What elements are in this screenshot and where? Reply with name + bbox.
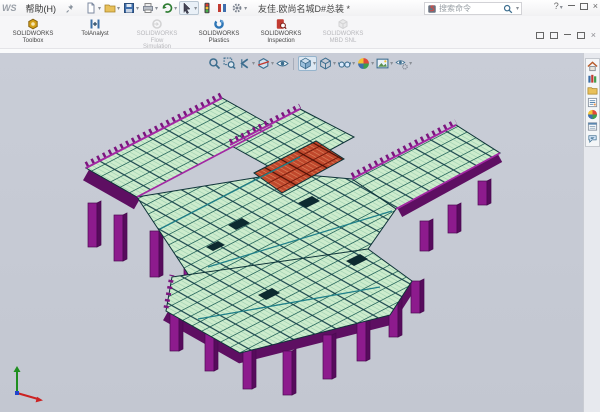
chevron-down-icon[interactable]: ▾ xyxy=(390,60,393,67)
print-button[interactable]: ▾ xyxy=(141,2,159,14)
task-pane-strip xyxy=(583,53,600,412)
undo-button[interactable]: ▾ xyxy=(160,2,178,14)
chevron-down-icon[interactable]: ▾ xyxy=(174,5,177,12)
chevron-down-icon[interactable]: ▾ xyxy=(136,5,139,12)
close-button[interactable]: × xyxy=(593,1,598,11)
dynamic-annotation-button[interactable] xyxy=(276,57,289,70)
options-gear-button[interactable]: ▾ xyxy=(230,2,248,14)
addin-solidworks-toolbox[interactable]: SOLIDWORKS Toolbox xyxy=(2,16,64,48)
menu-help[interactable]: 帮助(H) xyxy=(21,2,62,15)
addin-label: Plastics xyxy=(209,38,230,45)
chevron-down-icon[interactable]: ▾ xyxy=(244,5,247,12)
mbd-snl-icon xyxy=(337,18,349,30)
tab-design-library[interactable] xyxy=(587,73,598,84)
flow-simulation-icon xyxy=(151,18,163,30)
minimize-button[interactable] xyxy=(568,5,575,6)
tab-custom-properties[interactable] xyxy=(587,121,598,132)
select-button[interactable]: ▾ xyxy=(179,1,199,15)
chevron-down-icon[interactable]: ▾ xyxy=(252,60,255,67)
addin-solidworks-plastics[interactable]: SOLIDWORKS Plastics xyxy=(188,16,250,48)
ribbon-addins: SOLIDWORKS Toolbox TolAnalyst SOLIDWORKS… xyxy=(0,16,600,49)
view-settings-button[interactable]: ▾ xyxy=(395,57,412,70)
restore-button[interactable] xyxy=(580,3,588,10)
chevron-down-icon[interactable]: ▾ xyxy=(371,60,374,67)
doc-icon-box[interactable] xyxy=(550,32,558,39)
addin-label: Toolbox xyxy=(23,38,44,45)
display-style-button[interactable]: ▾ xyxy=(319,57,336,70)
section-view-button[interactable]: ▾ xyxy=(257,57,274,70)
doc-icon-box[interactable] xyxy=(536,32,544,39)
open-document-button[interactable]: ▾ xyxy=(103,2,121,14)
doc-restore-button[interactable] xyxy=(577,32,585,39)
chevron-down-icon[interactable]: ▾ xyxy=(194,5,197,12)
zoom-to-fit-button[interactable] xyxy=(208,57,221,70)
chevron-down-icon[interactable]: ▾ xyxy=(333,60,336,67)
plastics-icon xyxy=(213,18,225,30)
chevron-down-icon[interactable]: ▾ xyxy=(155,5,158,12)
chevron-down-icon[interactable]: ▾ xyxy=(409,60,412,67)
chevron-down-icon: ▾ xyxy=(560,5,563,11)
previous-view-button[interactable]: ▾ xyxy=(238,57,255,70)
window-controls: ?▾ × xyxy=(554,1,598,11)
quick-access-toolbar: ▾ ▾ ▾ ▾ ▾ ▾ ▾ xyxy=(84,1,248,15)
save-button[interactable]: ▾ xyxy=(122,2,140,14)
chevron-down-icon[interactable]: ▾ xyxy=(352,60,355,67)
addin-flow-simulation[interactable]: SOLIDWORKS Flow Simulation xyxy=(126,16,188,48)
search-placeholder: 搜索命令 xyxy=(439,3,471,14)
addin-solidworks-inspection[interactable]: SOLIDWORKS Inspection xyxy=(250,16,312,48)
tolanalyst-icon xyxy=(89,18,101,30)
origin-triad xyxy=(14,366,44,402)
pin-menu-icon[interactable] xyxy=(65,3,76,14)
addin-label: MBD SNL xyxy=(330,38,357,45)
edit-appearance-button[interactable]: ▾ xyxy=(357,57,374,70)
chevron-down-icon[interactable]: ▾ xyxy=(98,5,101,12)
zoom-to-area-button[interactable] xyxy=(223,57,236,70)
tab-solidworks-forum[interactable] xyxy=(587,133,598,144)
heads-up-view-toolbar: ▾ ▾ ▾ ▾ ▾ ▾ ▾ ▾ xyxy=(208,56,412,71)
search-magnifier-icon[interactable] xyxy=(503,4,513,14)
task-pane-tabs xyxy=(585,58,600,147)
inspection-icon xyxy=(275,18,287,30)
apply-scene-button[interactable]: ▾ xyxy=(376,57,393,70)
solidworks-search-icon xyxy=(427,4,437,14)
new-document-button[interactable]: ▾ xyxy=(84,2,102,14)
graphics-viewport[interactable]: ▾ ▾ ▾ ▾ ▾ ▾ ▾ ▾ xyxy=(0,53,584,412)
assembly-3d-model[interactable] xyxy=(0,53,584,412)
chevron-down-icon[interactable]: ▾ xyxy=(516,5,519,12)
solidworks-window: WS 帮助(H) ▾ ▾ ▾ ▾ ▾ ▾ ▾ 友佳.欧尚名城D#总装 * 搜索命… xyxy=(0,0,600,412)
tab-view-palette[interactable] xyxy=(587,97,598,108)
search-commands-box[interactable]: 搜索命令 ▾ xyxy=(424,2,522,15)
addin-label: TolAnalyst xyxy=(81,31,108,38)
addin-label: Inspection xyxy=(267,38,294,45)
chevron-down-icon[interactable]: ▾ xyxy=(271,60,274,67)
toolbox-icon xyxy=(27,18,39,30)
title-bar: WS 帮助(H) ▾ ▾ ▾ ▾ ▾ ▾ ▾ 友佳.欧尚名城D#总装 * 搜索命… xyxy=(0,0,600,17)
chevron-down-icon[interactable]: ▾ xyxy=(117,5,120,12)
doc-minimize-button[interactable] xyxy=(564,34,571,35)
hide-show-items-button[interactable]: ▾ xyxy=(338,57,355,70)
document-window-controls: × xyxy=(536,30,596,40)
document-title: 友佳.欧尚名城D#总装 * xyxy=(258,2,350,15)
addin-tolanalyst[interactable]: TolAnalyst xyxy=(64,16,126,48)
chevron-down-icon[interactable]: ▾ xyxy=(313,60,316,67)
tab-file-explorer[interactable] xyxy=(587,85,598,96)
file-properties-button[interactable] xyxy=(215,2,229,14)
tab-solidworks-resources[interactable] xyxy=(587,61,598,72)
tab-appearances-scenes-decals[interactable] xyxy=(587,109,598,120)
addin-solidworks-mbd-snl[interactable]: SOLIDWORKS MBD SNL xyxy=(312,16,374,48)
rebuild-traffic-light-button[interactable] xyxy=(200,2,214,14)
toolbar-separator xyxy=(293,58,294,70)
solidworks-logo-fragment: WS xyxy=(2,3,17,13)
help-button[interactable]: ?▾ xyxy=(554,1,563,11)
doc-close-button[interactable]: × xyxy=(591,30,596,40)
view-orientation-button[interactable]: ▾ xyxy=(298,56,317,71)
